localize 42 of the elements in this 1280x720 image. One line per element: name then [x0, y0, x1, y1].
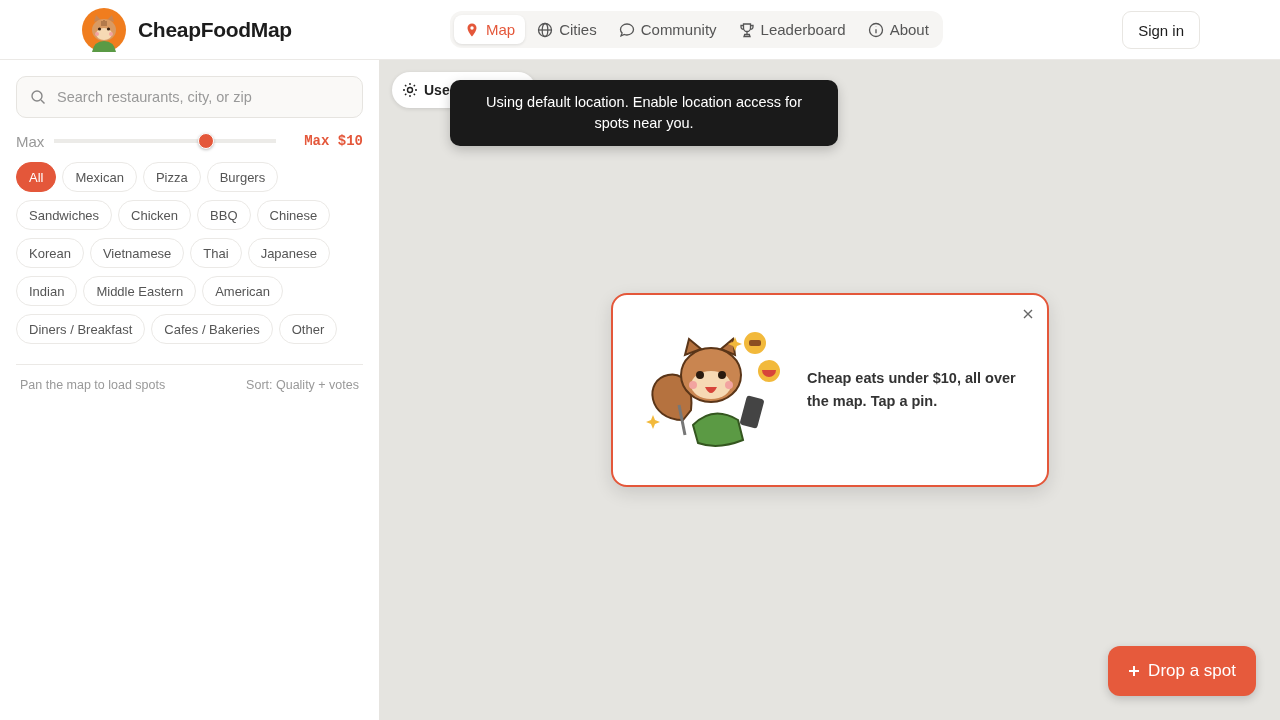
category-chip[interactable]: Sandwiches — [16, 200, 113, 230]
sign-in-button[interactable]: Sign in — [1122, 11, 1200, 49]
category-chip[interactable]: Vietnamese — [89, 238, 185, 268]
nav-tab[interactable]: Leaderboard — [728, 15, 856, 44]
globe-icon — [537, 21, 554, 38]
price-label: Max — [16, 132, 44, 150]
nav-tab[interactable]: Cities — [527, 15, 607, 44]
drop-spot-button[interactable]: Drop a spot — [1108, 646, 1256, 696]
welcome-text: Cheap eats under $10, all over the map. Tap a pin. — [807, 369, 1017, 411]
brand-name: CheapFoodMap — [138, 17, 292, 42]
category-chip[interactable]: Diners / Breakfast — [16, 314, 146, 344]
plus-icon — [1128, 665, 1141, 677]
category-chip[interactable]: Mexican — [62, 162, 137, 192]
category-chip[interactable]: Thai — [190, 238, 242, 268]
category-chip[interactable]: All — [16, 162, 57, 192]
price-reading: Max $10 — [304, 133, 363, 149]
nav-tab[interactable]: Map — [454, 15, 526, 44]
category-chip[interactable]: Korean — [16, 238, 84, 268]
map-area[interactable]: Use Using default location. Enable location access for spots near you. Cheap eats under $10, all over the map. Tap a pin. Drop a spot — [380, 60, 1280, 720]
search-field[interactable]: Search restaurants, city, or zip — [16, 76, 363, 118]
category-chip[interactable]: Burgers — [206, 162, 279, 192]
status-text: Pan the map to load spots — [20, 378, 166, 392]
nav-tab[interactable]: About — [857, 15, 939, 44]
category-chip[interactable]: Japanese — [247, 238, 331, 268]
close-icon[interactable] — [1021, 307, 1035, 321]
nav-tab[interactable]: Community — [608, 15, 727, 44]
category-chip[interactable]: BBQ — [197, 200, 251, 230]
category-chip[interactable]: Middle Eastern — [83, 276, 197, 306]
category-chip[interactable]: Other — [278, 314, 338, 344]
info-icon — [867, 21, 884, 38]
category-chip[interactable]: Indian — [16, 276, 78, 306]
search-icon — [30, 89, 46, 105]
squirrel-logo-icon — [82, 7, 126, 52]
category-chip[interactable]: Pizza — [142, 162, 201, 192]
category-chip[interactable]: Chicken — [118, 200, 192, 230]
location-toast: Using default location. Enable location access for spots near you. — [450, 80, 838, 146]
trophy-icon — [738, 21, 755, 38]
slider-thumb[interactable] — [198, 133, 215, 149]
category-chip[interactable]: Chinese — [256, 200, 331, 230]
category-chip[interactable]: Cafes / Bakeries — [151, 314, 273, 344]
speech-bubble-icon — [618, 21, 635, 38]
category-chip[interactable]: American — [202, 276, 284, 306]
